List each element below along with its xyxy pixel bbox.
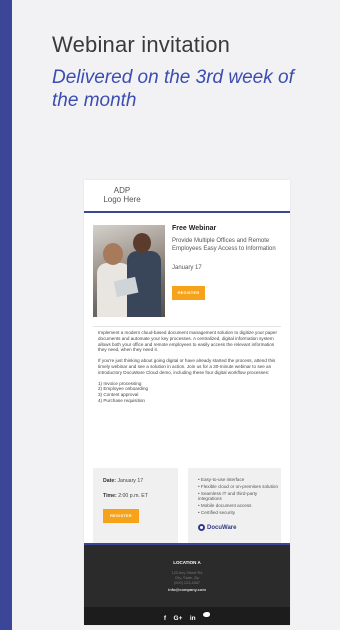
email-preview: ADP Logo Here Free Webinar Provide Multi… bbox=[84, 180, 290, 625]
webinar-description: Provide Multiple Offices and Remote Empl… bbox=[172, 238, 276, 252]
social-bar: f G+ in bbox=[84, 607, 290, 625]
features-box: • Easy-to-use interface • Flexible cloud… bbox=[188, 468, 281, 545]
section-divider bbox=[93, 326, 281, 327]
footer-phone: (000) 123-4567 bbox=[174, 581, 200, 585]
facebook-icon[interactable]: f bbox=[164, 615, 166, 622]
footer-divider bbox=[84, 543, 290, 545]
event-date: Date: January 17 bbox=[103, 478, 144, 484]
list-item: 4) Purchase requisition bbox=[98, 397, 145, 403]
workflow-list: 1) Invoice processing 2) Employee onboar… bbox=[98, 381, 278, 404]
list-item: • Flexible cloud or on-premises solution bbox=[198, 483, 278, 489]
email-body: Implement a modern cloud-based document … bbox=[98, 330, 278, 404]
twitter-icon[interactable] bbox=[203, 612, 211, 617]
webinar-title: Free Webinar bbox=[172, 225, 217, 232]
register-button[interactable]: REGISTER bbox=[172, 286, 205, 300]
event-details-box: Date: January 17 Time: 2:00 p.m. ET REGI… bbox=[93, 468, 178, 545]
list-item: • Easy-to-use interface bbox=[198, 477, 245, 482]
google-plus-icon[interactable]: G+ bbox=[174, 615, 183, 622]
slide-title: Webinar invitation bbox=[52, 32, 231, 57]
list-item: • Seamless IT and third-party integratio… bbox=[198, 490, 258, 502]
body-paragraph-2: If you're just thinking about going digi… bbox=[98, 358, 276, 375]
feature-list: • Easy-to-use interface • Flexible cloud… bbox=[198, 477, 278, 517]
linkedin-icon[interactable]: in bbox=[190, 615, 196, 622]
footer-email-link[interactable]: info@company.com bbox=[84, 587, 290, 592]
hero-photo bbox=[93, 225, 165, 317]
footer-address: 123 Any Street Rd City, State, Zip bbox=[171, 571, 203, 580]
email-footer: LOCATION A 123 Any Street Rd City, State… bbox=[84, 543, 290, 625]
list-item: • Certified security bbox=[198, 509, 236, 515]
webinar-date: January 17 bbox=[172, 265, 202, 271]
header-divider bbox=[84, 211, 290, 213]
body-paragraph-1: Implement a modern cloud-based document … bbox=[98, 330, 278, 353]
list-item: • Mobile document access bbox=[198, 503, 252, 509]
slide-subtitle: Delivered on the 3rd week of the month bbox=[52, 67, 294, 111]
docuware-logo: DocuWare bbox=[198, 524, 236, 531]
footer-location: LOCATION A bbox=[173, 560, 201, 565]
logo-placeholder: ADP Logo Here bbox=[103, 186, 141, 204]
event-time: Time: 2:00 p.m. ET bbox=[103, 493, 148, 499]
register-button-secondary[interactable]: REGISTER bbox=[103, 509, 139, 523]
docuware-icon bbox=[198, 524, 205, 531]
